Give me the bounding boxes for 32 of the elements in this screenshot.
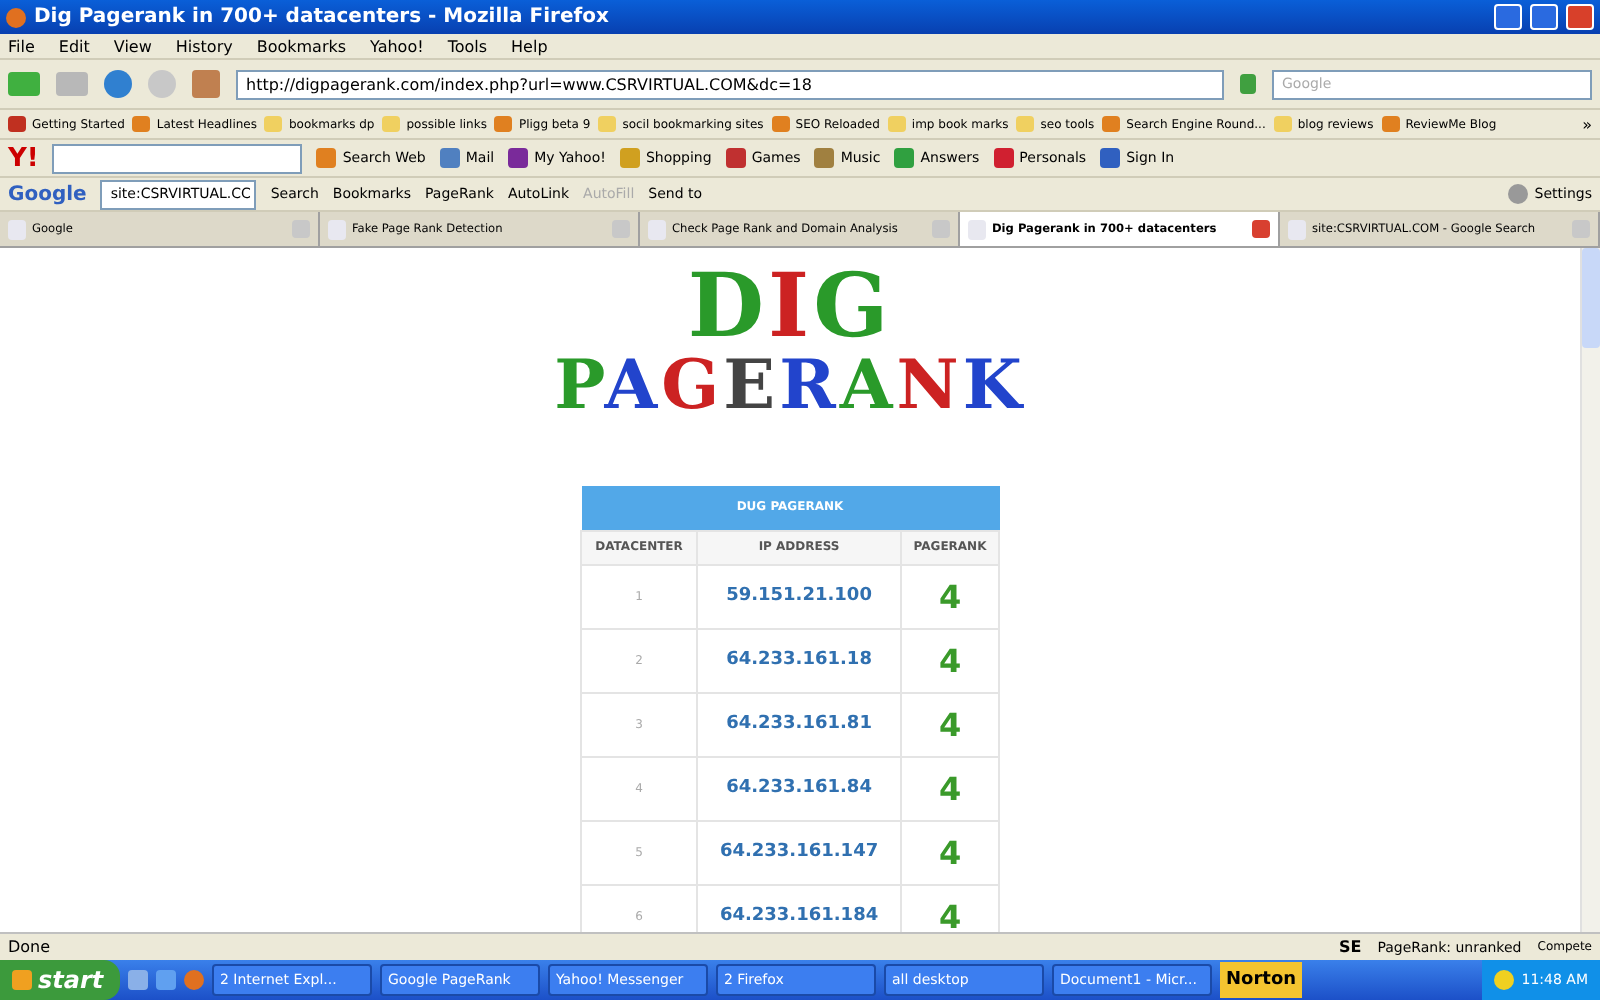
status-text: Done bbox=[8, 938, 51, 956]
table-cell: 59.151.21.100 bbox=[697, 564, 902, 628]
menu-item[interactable]: View bbox=[113, 37, 152, 55]
table-cell: 64.233.161.84 bbox=[697, 756, 902, 820]
logo-text: PAGERANK bbox=[554, 352, 1026, 420]
menu-item[interactable]: History bbox=[175, 37, 233, 55]
menu-item[interactable]: Help bbox=[511, 37, 548, 55]
window-title: Dig Pagerank in 700+ datacenters - Mozilla Firefox bbox=[34, 6, 611, 28]
norton-button[interactable]: Norton bbox=[1220, 962, 1303, 998]
more-bookmarks[interactable]: » bbox=[1582, 115, 1592, 133]
address-field[interactable]: http://digpagerank.com/index.php?url=www.CSRVIRTUAL.COM&dc=18 bbox=[236, 69, 1224, 99]
menu-item[interactable]: Bookmarks bbox=[256, 37, 347, 55]
table-cell: 64.233.161.18 bbox=[697, 628, 902, 692]
scrollbar-thumb[interactable] bbox=[1582, 248, 1600, 348]
table-cell: 4 bbox=[901, 692, 999, 756]
table-cell: 4 bbox=[901, 628, 999, 692]
table-cell: 4 bbox=[901, 564, 999, 628]
browser-icon bbox=[6, 7, 26, 27]
table-cell: 64.233.161.81 bbox=[697, 692, 902, 756]
yahoo-logo[interactable]: Y! bbox=[8, 143, 39, 173]
menu-item[interactable]: File bbox=[8, 37, 35, 55]
table-cell: 4 bbox=[901, 756, 999, 820]
table-cell: 64.233.161.147 bbox=[697, 820, 902, 884]
seo-label: SE bbox=[1338, 938, 1362, 956]
google-logo[interactable]: Google bbox=[8, 183, 87, 205]
logo-text: DIG bbox=[687, 264, 893, 352]
table-cell: 4 bbox=[901, 820, 999, 884]
start-button[interactable]: start bbox=[0, 960, 120, 1000]
menu-item[interactable]: Tools bbox=[447, 37, 488, 55]
menu-item[interactable]: Yahoo! bbox=[370, 37, 424, 55]
yahoo-search-field[interactable] bbox=[52, 143, 303, 173]
menu-item[interactable]: Edit bbox=[58, 37, 90, 55]
